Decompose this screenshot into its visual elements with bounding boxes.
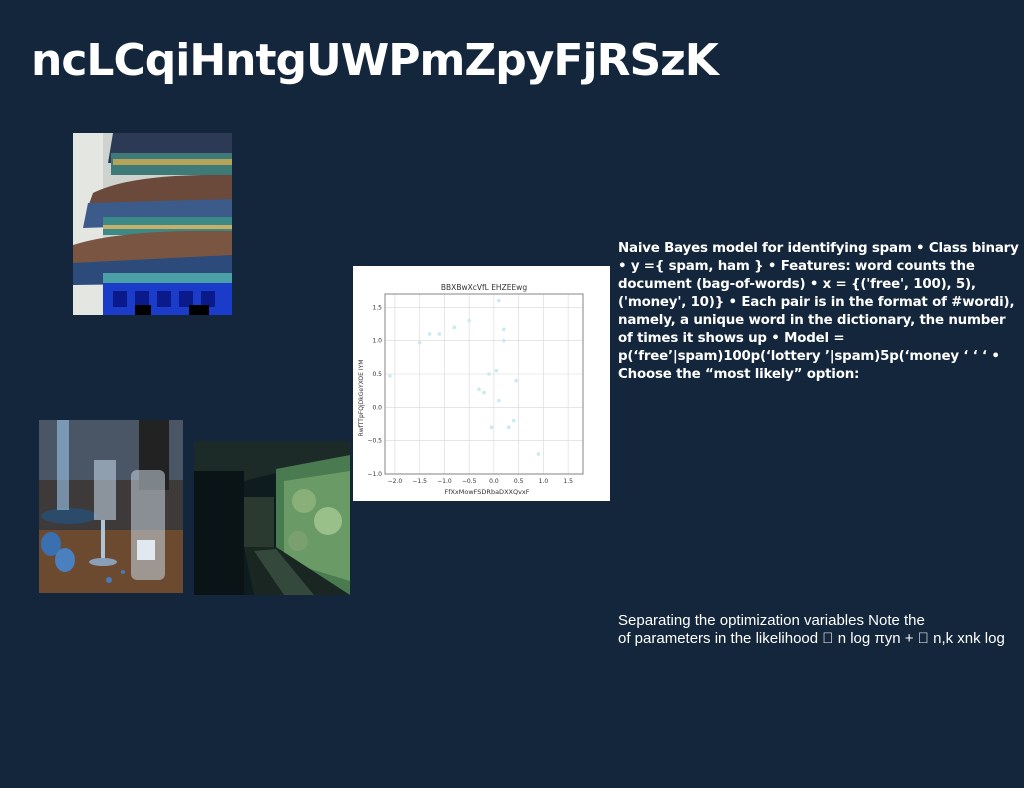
x-tick-label: −0.5 bbox=[462, 478, 477, 485]
scatter-point bbox=[388, 374, 392, 378]
scatter-point bbox=[494, 368, 499, 373]
y-tick-label: 1.0 bbox=[372, 338, 382, 345]
scatter-point bbox=[417, 340, 422, 345]
y-tick-label: 1.5 bbox=[372, 304, 382, 311]
scatter-point bbox=[502, 327, 506, 332]
x-tick-label: −1.5 bbox=[412, 478, 427, 485]
corridor-photo bbox=[194, 441, 350, 595]
scatter-point bbox=[477, 387, 481, 392]
x-tick-label: 1.0 bbox=[539, 478, 549, 485]
scatter-point bbox=[489, 425, 494, 430]
scatter-point bbox=[514, 378, 518, 383]
x-tick-label: −2.0 bbox=[388, 478, 403, 485]
scatter-point bbox=[467, 318, 471, 323]
glasses-photo bbox=[39, 420, 183, 593]
note-line-1: Separating the optimization variables No… bbox=[618, 612, 925, 629]
scatter-point bbox=[497, 298, 501, 303]
scatter-point bbox=[497, 398, 501, 403]
scatter-point bbox=[482, 390, 486, 395]
page-title: ncLCqiHntgUWPmZpyFjRSzK bbox=[31, 35, 719, 86]
scatter-point bbox=[511, 418, 516, 423]
scatter-point bbox=[452, 325, 457, 330]
scatter-chart: BBXBwXcVfL EHZEEwg FfXxMowFSDRbaDXXQvxF … bbox=[353, 266, 610, 501]
x-tick-label: −1.0 bbox=[437, 478, 452, 485]
scatter-point bbox=[506, 425, 511, 430]
scatter-point bbox=[502, 338, 506, 343]
chart-ylabel: RwfTTpFQjDkGeYXOE IYM bbox=[358, 360, 365, 437]
x-tick-label: 0.5 bbox=[514, 478, 524, 485]
scatter-point bbox=[427, 332, 432, 336]
x-tick-label: 1.5 bbox=[563, 478, 573, 485]
scatter-point bbox=[487, 372, 491, 376]
temple-photo bbox=[73, 133, 232, 315]
y-tick-label: 0.5 bbox=[372, 371, 382, 378]
scatter-point bbox=[437, 332, 442, 336]
y-tick-label: −0.5 bbox=[367, 438, 382, 445]
slide-body-text: Naive Bayes model for identifying spam •… bbox=[618, 241, 1019, 382]
chart-title: BBXBwXcVfL EHZEEwg bbox=[441, 283, 527, 292]
slide-note: Separating the optimization variables No… bbox=[618, 612, 1024, 648]
x-tick-label: 0.0 bbox=[489, 478, 499, 485]
note-line-2: of parameters in the likelihood   n log … bbox=[618, 630, 1005, 647]
scatter-point bbox=[536, 452, 541, 456]
y-tick-label: −1.0 bbox=[367, 471, 382, 478]
y-tick-label: 0.0 bbox=[372, 404, 382, 411]
chart-xlabel: FfXxMowFSDRbaDXXQvxF bbox=[444, 488, 529, 496]
